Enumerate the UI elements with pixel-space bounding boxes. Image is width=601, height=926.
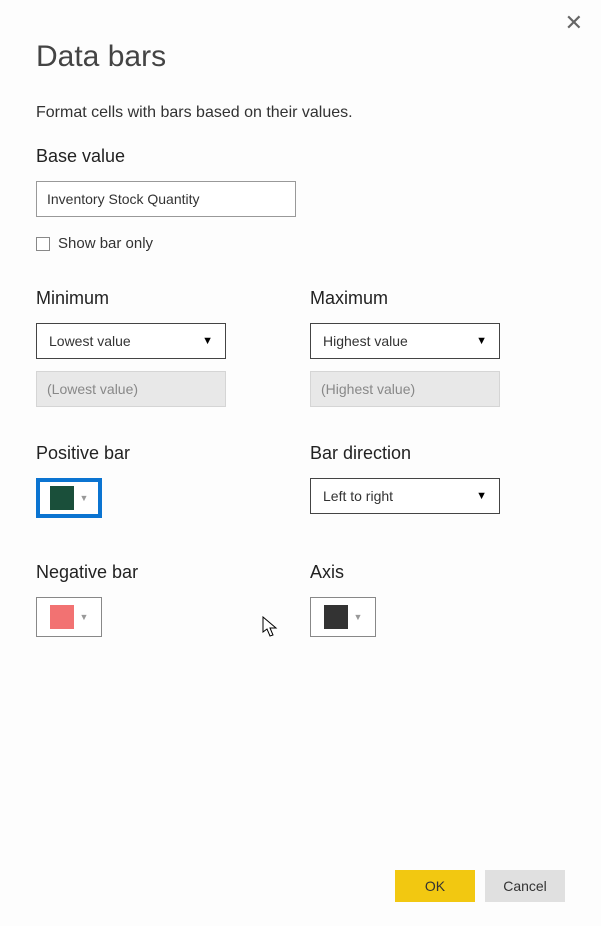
negative-bar-col: Negative bar ▼ (36, 562, 226, 637)
dialog-footer: OK Cancel (36, 850, 565, 902)
maximum-dropdown[interactable]: Highest value ▼ (310, 323, 500, 359)
base-value-text: Inventory Stock Quantity (47, 191, 200, 207)
maximum-dropdown-value: Highest value (323, 333, 408, 349)
positive-bar-col: Positive bar ▼ (36, 443, 226, 526)
axis-col: Axis ▼ (310, 562, 500, 637)
negative-bar-color-picker[interactable]: ▼ (36, 597, 102, 637)
show-bar-only-label: Show bar only (58, 235, 153, 252)
chevron-down-icon: ▼ (354, 612, 363, 622)
posbar-direction-row: Positive bar ▼ Bar direction Left to rig… (36, 443, 565, 526)
show-bar-only-checkbox[interactable] (36, 237, 50, 251)
maximum-col: Maximum Highest value ▼ (Highest value) (310, 288, 500, 407)
close-icon: ✕ (565, 10, 583, 35)
dialog-title: Data bars (36, 40, 565, 74)
chevron-down-icon: ▼ (80, 493, 89, 503)
minimum-value-input: (Lowest value) (36, 371, 226, 407)
axis-swatch (324, 605, 348, 629)
positive-bar-color-picker[interactable]: ▼ (36, 478, 102, 518)
maximum-placeholder: (Highest value) (321, 381, 415, 397)
positive-bar-swatch (50, 486, 74, 510)
chevron-down-icon: ▼ (202, 335, 213, 347)
bar-direction-dropdown-value: Left to right (323, 488, 393, 504)
dialog-description: Format cells with bars based on their va… (36, 104, 565, 122)
min-max-row: Minimum Lowest value ▼ (Lowest value) Ma… (36, 288, 565, 407)
bar-direction-label: Bar direction (310, 443, 500, 464)
negative-bar-swatch (50, 605, 74, 629)
bar-direction-dropdown[interactable]: Left to right ▼ (310, 478, 500, 514)
positive-bar-label: Positive bar (36, 443, 226, 464)
minimum-col: Minimum Lowest value ▼ (Lowest value) (36, 288, 226, 407)
chevron-down-icon: ▼ (476, 490, 487, 502)
minimum-dropdown-value: Lowest value (49, 333, 131, 349)
base-value-field[interactable]: Inventory Stock Quantity (36, 181, 296, 217)
base-value-label: Base value (36, 146, 565, 167)
close-button[interactable]: ✕ (565, 12, 583, 34)
axis-color-picker[interactable]: ▼ (310, 597, 376, 637)
maximum-value-input: (Highest value) (310, 371, 500, 407)
minimum-label: Minimum (36, 288, 226, 309)
data-bars-dialog: ✕ Data bars Format cells with bars based… (0, 0, 601, 926)
maximum-label: Maximum (310, 288, 500, 309)
minimum-dropdown[interactable]: Lowest value ▼ (36, 323, 226, 359)
show-bar-only-row: Show bar only (36, 235, 565, 252)
ok-button[interactable]: OK (395, 870, 475, 902)
cancel-button[interactable]: Cancel (485, 870, 565, 902)
negative-bar-label: Negative bar (36, 562, 226, 583)
bar-direction-col: Bar direction Left to right ▼ (310, 443, 500, 526)
axis-label: Axis (310, 562, 500, 583)
chevron-down-icon: ▼ (80, 612, 89, 622)
chevron-down-icon: ▼ (476, 335, 487, 347)
minimum-placeholder: (Lowest value) (47, 381, 138, 397)
negbar-axis-row: Negative bar ▼ Axis ▼ (36, 562, 565, 637)
